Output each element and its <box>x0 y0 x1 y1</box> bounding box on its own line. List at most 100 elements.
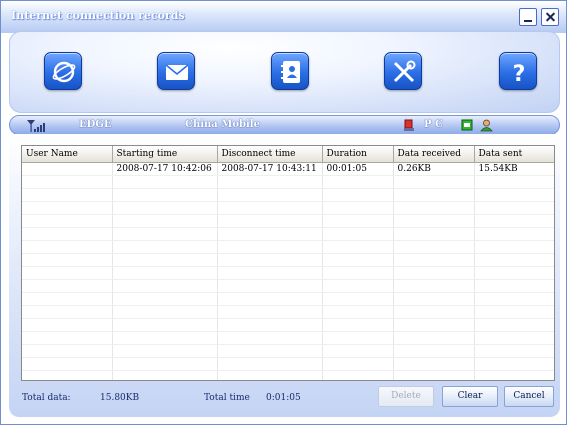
svg-text:?: ? <box>513 62 526 85</box>
empty-cell <box>217 279 323 293</box>
empty-cell <box>322 253 394 267</box>
empty-cell <box>217 344 323 358</box>
empty-cell <box>112 370 218 380</box>
empty-cell <box>22 266 113 280</box>
empty-cell <box>112 227 218 241</box>
empty-cell <box>322 188 394 202</box>
empty-cell <box>393 331 475 345</box>
empty-cell <box>112 201 218 215</box>
empty-cell <box>322 292 394 306</box>
contacts-book-icon <box>281 61 300 83</box>
empty-cell <box>112 318 218 332</box>
empty-cell <box>22 227 113 241</box>
empty-cell <box>322 331 394 345</box>
column-header-disconnect-time[interactable]: Disconnect time <box>217 146 323 163</box>
empty-cell <box>217 240 323 254</box>
empty-cell <box>474 201 554 215</box>
empty-table-row <box>22 266 554 280</box>
empty-cell <box>112 279 218 293</box>
empty-table-row <box>22 370 554 380</box>
empty-cell <box>22 357 113 371</box>
empty-table-row <box>22 305 554 319</box>
empty-cell <box>474 305 554 319</box>
empty-cell <box>217 227 323 241</box>
empty-cell <box>112 292 218 306</box>
empty-cell <box>22 305 113 319</box>
total-data-value: 15.80KB <box>100 393 140 403</box>
settings-button[interactable] <box>384 52 422 90</box>
contacts-button[interactable] <box>271 52 309 90</box>
empty-cell <box>474 214 554 228</box>
empty-cell <box>393 357 475 371</box>
message-envelope-icon <box>165 64 189 80</box>
title-bar[interactable]: Internet connection records <box>1 1 566 33</box>
cancel-button[interactable]: Cancel <box>504 386 554 407</box>
records-table[interactable]: User Name Starting time Disconnect time … <box>21 145 555 381</box>
empty-cell <box>217 331 323 345</box>
column-header-starting-time[interactable]: Starting time <box>112 146 218 163</box>
empty-cell <box>474 370 554 380</box>
empty-cell <box>474 357 554 371</box>
empty-cell <box>22 214 113 228</box>
empty-cell <box>393 240 475 254</box>
empty-cell <box>322 279 394 293</box>
empty-cell <box>217 318 323 332</box>
empty-table-row <box>22 357 554 371</box>
pc-connection-icon <box>403 119 415 135</box>
empty-cell <box>112 214 218 228</box>
cell-data-received: 0.26KB <box>393 162 475 176</box>
empty-cell <box>217 175 323 189</box>
messages-button[interactable] <box>157 52 195 90</box>
empty-cell <box>474 175 554 189</box>
empty-cell <box>217 266 323 280</box>
close-button[interactable] <box>541 8 559 26</box>
empty-cell <box>393 344 475 358</box>
help-button[interactable]: ? <box>499 52 537 90</box>
empty-table-row <box>22 201 554 215</box>
column-header-data-sent[interactable]: Data sent <box>474 146 554 163</box>
empty-cell <box>322 305 394 319</box>
empty-cell <box>393 175 475 189</box>
empty-cell <box>22 279 113 293</box>
empty-cell <box>474 227 554 241</box>
empty-cell <box>22 344 113 358</box>
empty-cell <box>393 279 475 293</box>
user-icon <box>480 119 493 135</box>
empty-cell <box>393 188 475 202</box>
empty-cell <box>322 240 394 254</box>
empty-cell <box>322 227 394 241</box>
empty-cell <box>112 344 218 358</box>
delete-button[interactable]: Delete <box>378 386 434 407</box>
empty-cell <box>393 253 475 267</box>
sim-card-icon <box>461 119 473 134</box>
column-header-data-received[interactable]: Data received <box>393 146 475 163</box>
cell-data-sent: 15.54KB <box>474 162 554 176</box>
empty-cell <box>22 175 113 189</box>
toolbar: ? <box>9 31 560 113</box>
empty-cell <box>474 279 554 293</box>
empty-cell <box>474 253 554 267</box>
column-header-duration[interactable]: Duration <box>322 146 394 163</box>
empty-cell <box>474 318 554 332</box>
column-header-user-name[interactable]: User Name <box>22 146 113 163</box>
empty-table-row <box>22 214 554 228</box>
minimize-button[interactable] <box>519 8 537 26</box>
empty-cell <box>322 370 394 380</box>
cell-duration: 00:01:05 <box>322 162 394 176</box>
empty-cell <box>474 344 554 358</box>
clear-button[interactable]: Clear <box>442 386 498 407</box>
empty-cell <box>393 370 475 380</box>
empty-cell <box>22 253 113 267</box>
empty-cell <box>22 188 113 202</box>
internet-button[interactable] <box>44 52 82 90</box>
empty-cell <box>22 331 113 345</box>
empty-cell <box>217 292 323 306</box>
empty-table-row <box>22 331 554 345</box>
total-time-label: Total time <box>204 393 250 403</box>
empty-cell <box>112 188 218 202</box>
empty-table-row <box>22 292 554 306</box>
empty-cell <box>474 188 554 202</box>
empty-cell <box>22 201 113 215</box>
empty-table-row <box>22 175 554 189</box>
table-row[interactable]: 2008-07-17 10:42:06 2008-07-17 10:43:11 … <box>22 162 554 176</box>
